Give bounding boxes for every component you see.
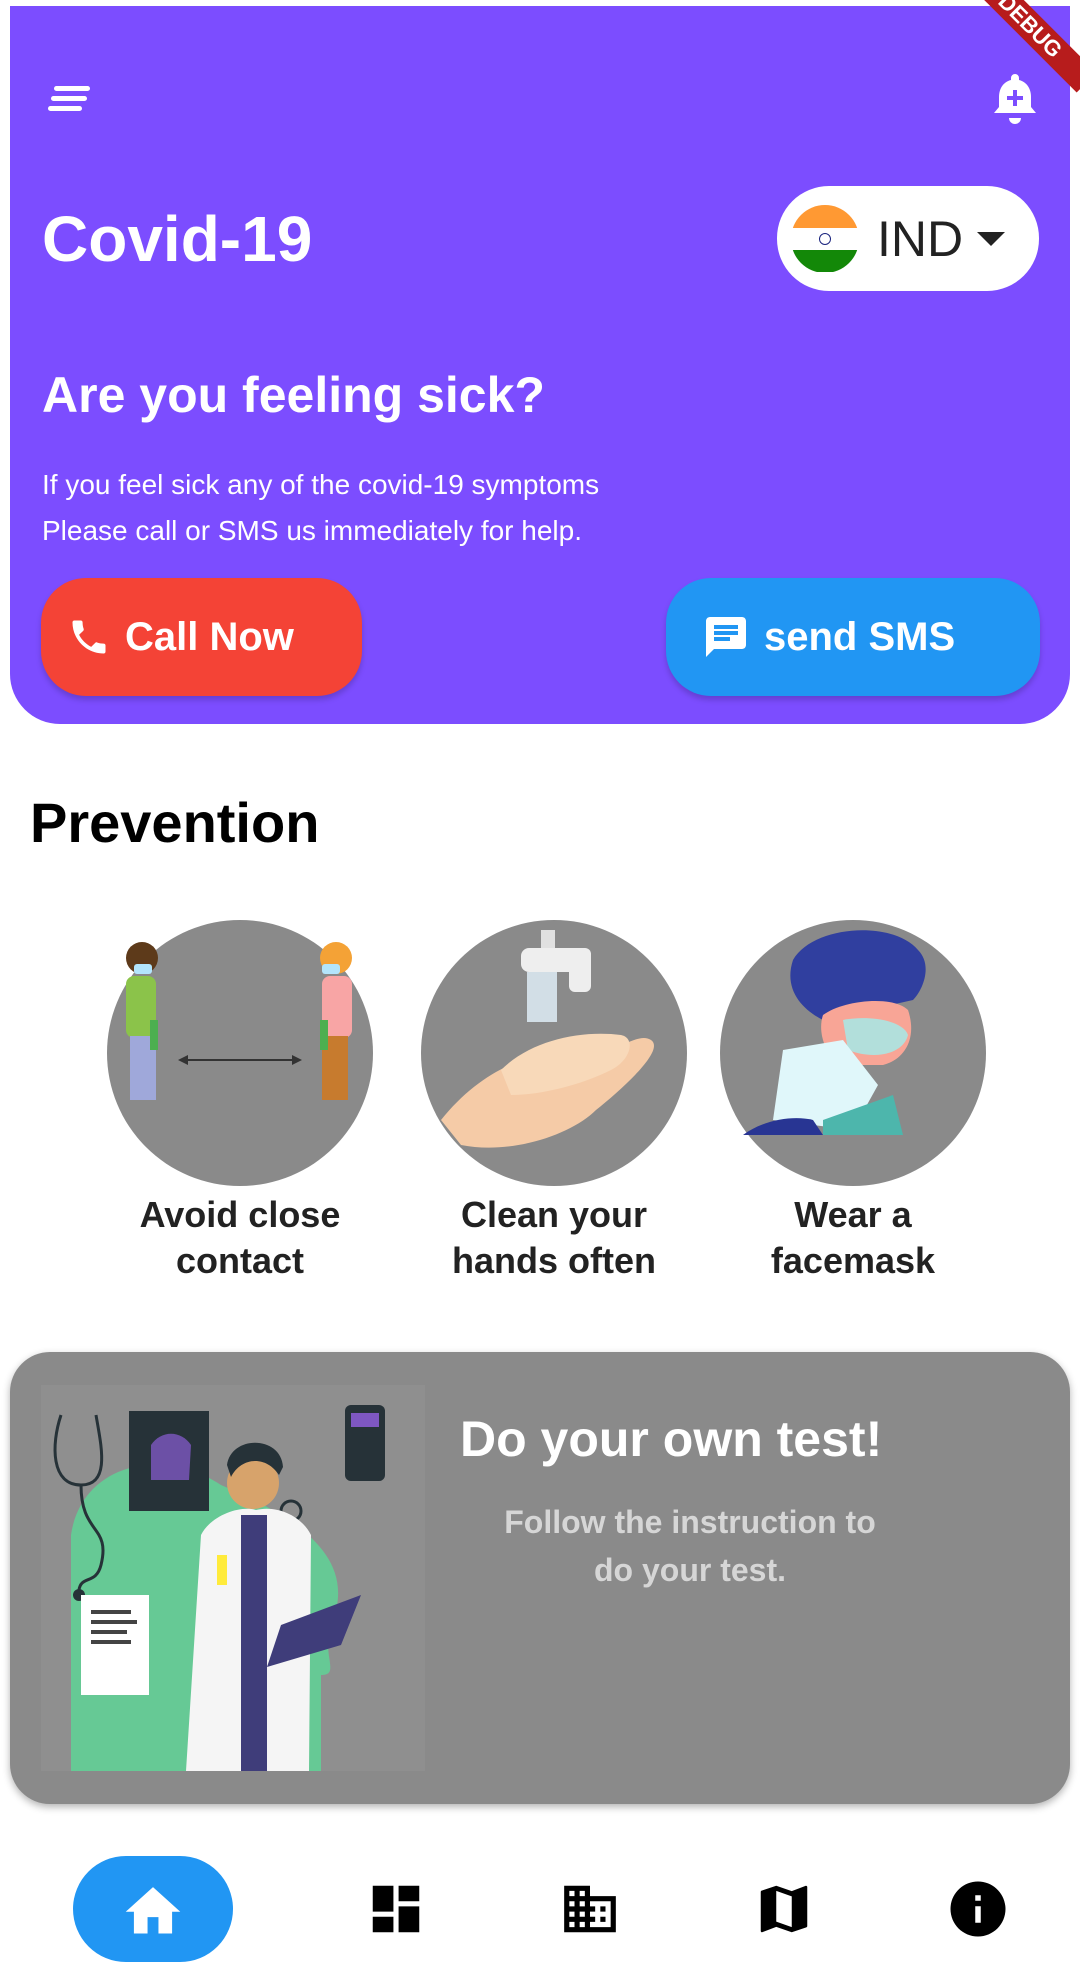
message-icon [706, 617, 746, 657]
social-distance-illustration-icon [107, 920, 373, 1186]
home-icon [125, 1887, 181, 1934]
self-test-title: Do your own test! [460, 1411, 883, 1467]
handwash-illustration-icon [421, 920, 687, 1186]
nav-home[interactable] [73, 1856, 233, 1962]
doctor-illustration-icon [41, 1385, 425, 1771]
prevention-label: Wear a facemask [770, 1194, 936, 1281]
prevention-item-clean-hands: Clean your hands often [404, 920, 704, 1284]
info-icon [950, 1881, 1006, 1937]
help-description-line: Please call or SMS us immediately for he… [42, 515, 582, 546]
phone-icon [72, 620, 106, 654]
send-sms-button[interactable]: send SMS [666, 578, 1040, 696]
call-now-label: Call Now [125, 614, 294, 659]
nav-dashboard[interactable] [346, 1856, 446, 1962]
header-panel: DEBUG Covid-19 IND Are you feeling sick?… [10, 0, 1080, 724]
nav-map[interactable] [734, 1856, 834, 1962]
call-now-button[interactable]: Call Now [41, 578, 362, 696]
prevention-label: Clean your hands often [452, 1194, 656, 1281]
country-selector[interactable]: IND [777, 186, 1039, 291]
notification-bell-icon[interactable] [992, 72, 1038, 124]
help-description-line: If you feel sick any of the covid-19 sym… [42, 469, 600, 500]
feeling-sick-heading: Are you feeling sick? [42, 367, 545, 423]
prevention-item-avoid-contact: Avoid close contact [90, 920, 390, 1284]
country-code: IND [877, 210, 964, 267]
bottom-navigation [0, 1840, 1080, 1972]
india-flag-icon [791, 204, 859, 273]
prevention-title: Prevention [30, 791, 320, 854]
nav-organizations[interactable] [540, 1856, 640, 1962]
menu-icon[interactable] [48, 84, 98, 118]
self-test-description: Follow the instruction to do your test. [504, 1504, 876, 1588]
map-icon [760, 1885, 808, 1933]
dropdown-caret-icon [977, 231, 1006, 246]
dashboard-icon [372, 1885, 420, 1933]
help-description: If you feel sick any of the covid-19 sym… [42, 462, 599, 554]
building-icon [564, 1885, 616, 1933]
nav-info[interactable] [928, 1856, 1028, 1962]
prevention-item-facemask: Wear a facemask [703, 920, 1003, 1284]
facemask-illustration-icon [720, 920, 986, 1186]
app-title: Covid-19 [42, 203, 313, 275]
send-sms-label: send SMS [764, 614, 956, 659]
prevention-label: Avoid close contact [139, 1194, 341, 1281]
self-test-card[interactable]: Do your own test! Follow the instruction… [10, 1352, 1070, 1804]
